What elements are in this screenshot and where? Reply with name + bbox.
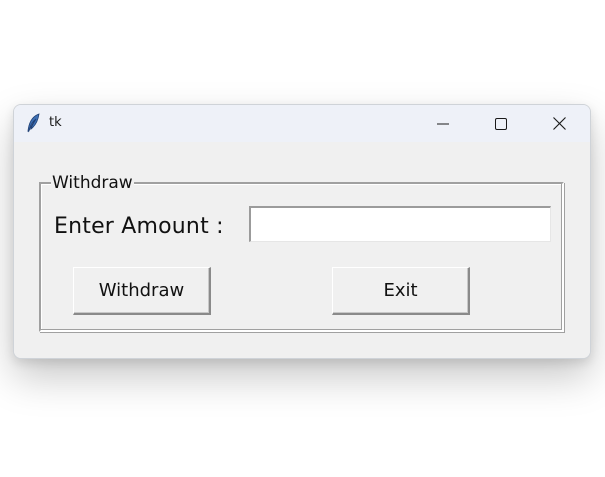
groupbox-label: Withdraw xyxy=(51,172,134,194)
withdraw-button[interactable]: Withdraw xyxy=(73,267,211,315)
window-client-area: Withdraw Enter Amount : Withdraw Exit xyxy=(14,142,590,358)
minimize-button[interactable] xyxy=(420,105,466,142)
maximize-button[interactable] xyxy=(478,105,524,142)
amount-input[interactable] xyxy=(249,206,551,242)
maximize-icon xyxy=(495,117,507,130)
app-window: tk Withdraw Enter Amount : Withdraw Exit xyxy=(13,104,591,359)
title-bar[interactable]: tk xyxy=(14,105,590,142)
window-title: tk xyxy=(49,115,62,130)
amount-label: Enter Amount : xyxy=(54,214,224,239)
desktop-background: tk Withdraw Enter Amount : Withdraw Exit xyxy=(0,0,605,477)
close-icon xyxy=(552,117,566,130)
feather-icon xyxy=(26,113,42,133)
minimize-icon xyxy=(437,118,449,130)
close-button[interactable] xyxy=(536,105,582,142)
exit-button[interactable]: Exit xyxy=(332,267,470,315)
